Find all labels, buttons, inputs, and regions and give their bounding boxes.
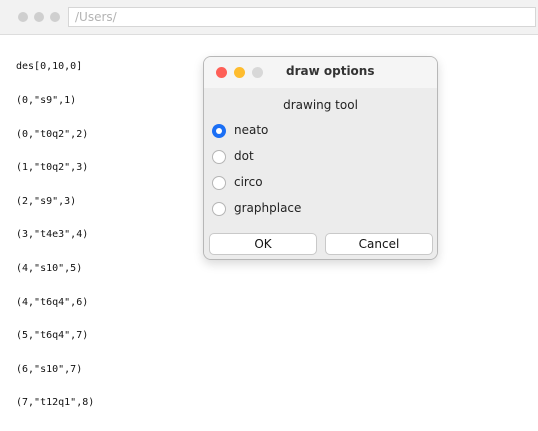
draw-options-dialog: draw options drawing tool neato dot circ… xyxy=(203,56,438,260)
radio-selected-icon[interactable] xyxy=(212,124,226,138)
code-line: (4,"t6q4",6) xyxy=(16,296,89,308)
dialog-titlebar: draw options xyxy=(204,57,437,89)
radio-label: circo xyxy=(234,175,263,189)
code-line: (0,"s9",1) xyxy=(16,95,77,106)
code-line: (1,"t0q2",3) xyxy=(16,162,89,174)
code-line: des[0,10,0] xyxy=(16,61,83,73)
dialog-title: draw options xyxy=(286,64,375,78)
code-line: (7,"t12q1",8) xyxy=(16,397,95,409)
radio-unselected-icon[interactable] xyxy=(212,176,226,190)
radio-option-dot[interactable]: dot xyxy=(212,148,392,166)
main-window-title: /Users/ xyxy=(68,7,536,27)
main-close-icon[interactable] xyxy=(18,12,28,22)
dialog-zoom-icon xyxy=(252,67,263,78)
drawing-tool-label: drawing tool xyxy=(283,98,358,112)
dialog-buttons: OK Cancel xyxy=(204,233,437,259)
code-line: (0,"t0q2",2) xyxy=(16,128,89,140)
radio-option-neato[interactable]: neato xyxy=(212,122,392,140)
code-text-area[interactable]: des[0,10,0] (0,"s9",1) (0,"t0q2",2) (1,"… xyxy=(16,39,216,408)
ok-button[interactable]: OK xyxy=(209,233,317,255)
code-line: (5,"t6q4",7) xyxy=(16,330,89,342)
radio-label: neato xyxy=(234,123,269,137)
dialog-content: drawing tool neato dot circo graphplace … xyxy=(204,88,437,259)
radio-option-graphplace[interactable]: graphplace xyxy=(212,200,392,218)
main-zoom-icon[interactable] xyxy=(50,12,60,22)
code-line: (2,"s9",3) xyxy=(16,195,77,207)
main-minimize-icon[interactable] xyxy=(34,12,44,22)
radio-label: graphplace xyxy=(234,201,302,215)
dialog-close-icon[interactable] xyxy=(216,67,227,78)
code-line: (6,"s10",7) xyxy=(16,363,83,375)
code-line: (4,"s10",5) xyxy=(16,262,83,274)
main-window-titlebar: /Users/ xyxy=(0,0,538,35)
code-line: (3,"t4e3",4) xyxy=(16,229,89,241)
cancel-button[interactable]: Cancel xyxy=(325,233,433,255)
radio-unselected-icon[interactable] xyxy=(212,202,226,216)
radio-option-circo[interactable]: circo xyxy=(212,174,392,192)
radio-label: dot xyxy=(234,149,254,163)
radio-unselected-icon[interactable] xyxy=(212,150,226,164)
dialog-minimize-icon[interactable] xyxy=(234,67,245,78)
